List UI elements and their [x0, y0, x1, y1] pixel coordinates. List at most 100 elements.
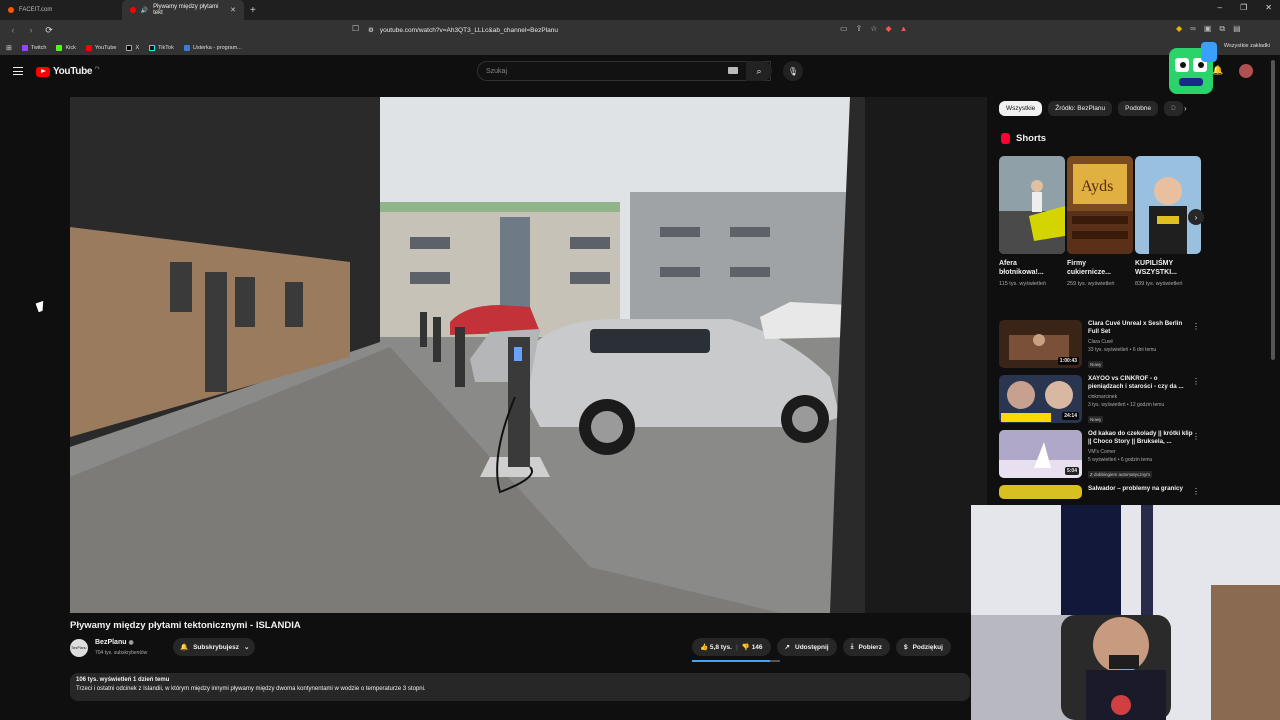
more-options-icon[interactable]: ⋮ [1192, 487, 1200, 496]
page-scrollbar[interactable] [1271, 60, 1275, 360]
rec-title: Salwador – problemy na granicy [1088, 485, 1183, 492]
download-button[interactable]: ⤓ Pobierz [842, 638, 890, 656]
brave-rewards-icon[interactable]: ▲ [900, 24, 908, 33]
share-icon: ↗ [784, 644, 790, 651]
site-info-icon[interactable]: ⚙ [368, 26, 374, 34]
list-item[interactable]: 24:14 XAYOO vs CINKROF - o pieniądzach i… [999, 375, 1204, 429]
chip-related[interactable]: Podobne [1118, 101, 1159, 116]
bookmark-label: YouTube [94, 44, 117, 51]
bookmark-twitch[interactable]: Twitch [21, 44, 46, 51]
video-thumbnail[interactable]: 5:04 [999, 430, 1082, 478]
brave-shield-icon[interactable]: ◆ [885, 24, 891, 33]
minimize-button[interactable]: – [1218, 3, 1222, 12]
bookmark-x[interactable]: X [126, 44, 139, 51]
short-thumbnail[interactable] [1135, 156, 1201, 254]
video-thumbnail[interactable] [999, 485, 1082, 499]
apps-grid-icon[interactable]: ⊞ [6, 44, 12, 52]
youtube-wordmark: YouTube [53, 66, 93, 77]
account-avatar[interactable] [1239, 64, 1253, 78]
youtube-logo[interactable]: YouTube PL [36, 65, 101, 77]
bookmark-label: Kick [65, 44, 76, 51]
bookmark-icon[interactable]: ☐ [352, 24, 359, 33]
rec-channel[interactable]: cinkmarcinek [1088, 394, 1193, 400]
extension-icon[interactable]: ▣ [1204, 24, 1212, 34]
rec-title: Od kakao do czekolady || krótki klip || … [1088, 430, 1193, 446]
extensions-puzzle-icon[interactable]: ⧉ [1219, 24, 1225, 34]
youtube-play-icon [36, 66, 50, 77]
video-thumbnail[interactable]: 24:14 [999, 375, 1082, 423]
search-button[interactable]: ⌕ [746, 61, 772, 81]
rec-channel[interactable]: Clara Cuvé [1088, 339, 1193, 345]
description-box[interactable]: 106 tys. wyświetleń 1 dzień temu Trzeci … [70, 673, 970, 701]
share-button[interactable]: ↗ Udostępnij [776, 638, 837, 656]
list-item[interactable]: 1:00:43 Clara Cuvé Unreal x Sesh Berlin … [999, 320, 1204, 374]
rec-title: XAYOO vs CINKROF - o pieniądzach i staro… [1088, 375, 1184, 391]
bookmark-tiktok[interactable]: TikTok [149, 44, 174, 51]
rec-channel[interactable]: VM's Corner [1088, 449, 1193, 455]
tab-faceit[interactable]: FACEIT.com [0, 0, 122, 20]
voice-search-button[interactable]: 🎙 [783, 61, 803, 81]
svg-text:Ayds: Ayds [1081, 178, 1113, 195]
channel-name[interactable]: BezPlanu ◉ [95, 639, 134, 646]
close-window-button[interactable]: ✕ [1265, 3, 1272, 12]
sidebar-icon[interactable]: ▤ [1233, 24, 1241, 34]
bookmarks-bar: ⊞ Twitch Kick YouTube X TikTok Usterka -… [0, 40, 1280, 55]
video-title: Pływamy między płytami tektonicznymi - I… [70, 620, 301, 631]
video-thumbnail[interactable]: 1:00:43 [999, 320, 1082, 368]
browser-tab-strip: FACEIT.com 🔊 Pływamy między płytami tekt… [0, 0, 1280, 20]
cast-icon[interactable]: ▭ [840, 24, 848, 33]
video-player[interactable] [70, 97, 865, 613]
menu-icon[interactable] [13, 67, 23, 75]
search-input[interactable]: Szukaj [477, 61, 771, 81]
rec-badge: Nowy [1088, 360, 1104, 368]
chip-all[interactable]: Wszystkie [999, 101, 1043, 116]
short-item[interactable]: Ayds Firmy cukiernicze... 259 tys. wyświ… [1067, 156, 1133, 288]
chip-source[interactable]: Źródło: BezPlanu [1048, 101, 1113, 116]
chip-partial[interactable]: D [1164, 101, 1183, 116]
short-item[interactable]: Afera błotnikowa!... 115 tys. wyświetleń [999, 156, 1065, 288]
more-options-icon[interactable]: ⋮ [1192, 322, 1200, 331]
short-thumbnail[interactable] [999, 156, 1065, 254]
thumbnail-image [999, 485, 1082, 499]
all-bookmarks[interactable]: Wszystkie zakładki [1224, 43, 1270, 49]
shorts-next-button[interactable]: › [1188, 209, 1204, 225]
verified-icon: ◉ [128, 640, 134, 646]
more-options-icon[interactable]: ⋮ [1192, 432, 1200, 441]
extension-icon[interactable]: ◆ [1176, 24, 1182, 34]
tab-title: FACEIT.com [19, 7, 53, 13]
list-item[interactable]: Salwador – problemy na granicy ⋮ [999, 485, 1204, 499]
extension-icon[interactable]: ∞ [1190, 24, 1196, 34]
channel-avatar[interactable]: BezPlanu [70, 639, 88, 657]
short-views: 259 tys. wyświetleń [1067, 281, 1115, 288]
shorts-icon [1001, 133, 1010, 144]
like-button[interactable]: 👍 5,8 tys. [700, 643, 732, 651]
url-field[interactable]: ⚙ youtube.com/watch?v=Ah3QT3_LLLc&ab_cha… [368, 23, 908, 37]
bookmark-kick[interactable]: Kick [56, 44, 76, 51]
subscribed-button[interactable]: 🔔 Subskrybujesz ⌄ [173, 638, 255, 656]
bookmark-usterka[interactable]: Usterka - program... [183, 44, 242, 51]
reload-button[interactable]: ⟳ [44, 25, 54, 36]
share-page-icon[interactable]: ⇪ [856, 24, 863, 33]
short-thumbnail[interactable]: Ayds [1067, 156, 1133, 254]
shorts-heading: Shorts [1001, 133, 1046, 144]
new-tab-button[interactable]: + [250, 5, 256, 16]
forward-button[interactable]: › [26, 25, 36, 35]
rec-info: Clara Cuvé Unreal x Sesh Berlin Full Set… [1088, 320, 1193, 374]
maximize-button[interactable]: ❐ [1240, 3, 1247, 12]
thanks-button[interactable]: $ Podziękuj [895, 638, 951, 656]
close-tab-icon[interactable]: ✕ [230, 6, 236, 14]
dislike-button[interactable]: 👎 146 [742, 643, 763, 651]
shorts-shelf: Afera błotnikowa!... 115 tys. wyświetleń… [999, 156, 1201, 288]
chips-next-icon[interactable]: › [1184, 104, 1187, 113]
list-item[interactable]: 5:04 Od kakao do czekolady || krótki kli… [999, 430, 1204, 484]
more-options-icon[interactable]: ⋮ [1192, 377, 1200, 386]
extension-icons: ◆ ∞ ▣ ⧉ ▤ [1176, 24, 1241, 34]
tab-youtube-video[interactable]: 🔊 Pływamy między płytami tekt ✕ [122, 0, 244, 20]
back-button[interactable]: ‹ [8, 25, 18, 35]
bookmark-star-icon[interactable]: ☆ [870, 24, 877, 33]
keyboard-icon[interactable] [728, 67, 738, 74]
usterka-icon [183, 44, 190, 51]
bookmark-youtube[interactable]: YouTube [85, 44, 117, 51]
youtube-header: YouTube PL Szukaj ⌕ 🎙 🔔 [0, 56, 1280, 88]
region-code: PL [95, 65, 101, 70]
